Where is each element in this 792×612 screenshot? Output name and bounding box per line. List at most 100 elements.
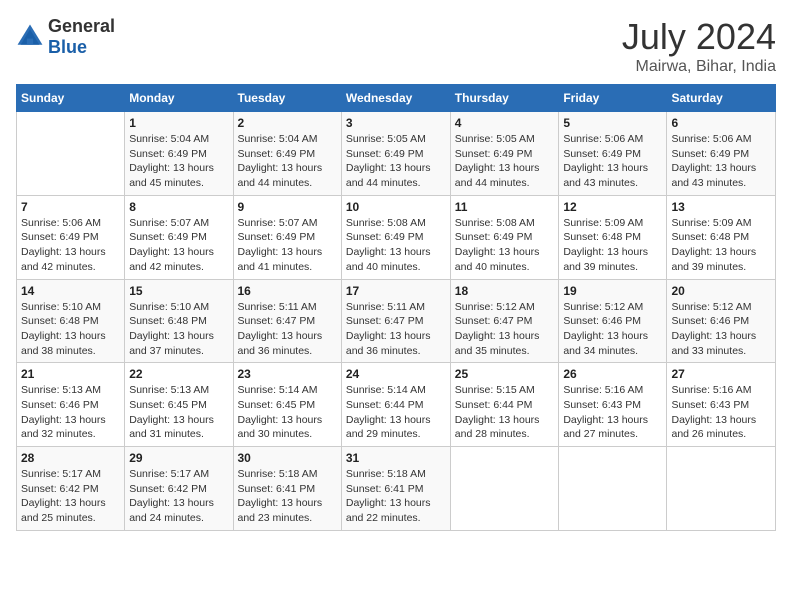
day-info: Sunrise: 5:04 AM Sunset: 6:49 PM Dayligh…	[129, 132, 228, 191]
calendar-cell: 15 Sunrise: 5:10 AM Sunset: 6:48 PM Dayli…	[125, 279, 233, 363]
day-info: Sunrise: 5:11 AM Sunset: 6:47 PM Dayligh…	[346, 300, 446, 359]
day-info: Sunrise: 5:17 AM Sunset: 6:42 PM Dayligh…	[21, 467, 120, 526]
day-number: 6	[671, 116, 771, 130]
day-number: 9	[238, 200, 337, 214]
calendar-cell: 14 Sunrise: 5:10 AM Sunset: 6:48 PM Dayli…	[17, 279, 125, 363]
day-info: Sunrise: 5:05 AM Sunset: 6:49 PM Dayligh…	[346, 132, 446, 191]
logo-icon	[16, 23, 44, 51]
day-info: Sunrise: 5:14 AM Sunset: 6:44 PM Dayligh…	[346, 383, 446, 442]
day-number: 3	[346, 116, 446, 130]
header-friday: Friday	[559, 85, 667, 112]
calendar-cell	[450, 447, 559, 531]
calendar-cell: 7 Sunrise: 5:06 AM Sunset: 6:49 PM Daylig…	[17, 195, 125, 279]
calendar-cell: 21Sunrise: 5:13 AM Sunset: 6:46 PM Dayli…	[17, 363, 125, 447]
day-number: 2	[238, 116, 337, 130]
calendar-week-1: 7 Sunrise: 5:06 AM Sunset: 6:49 PM Daylig…	[17, 195, 776, 279]
calendar-cell: 20Sunrise: 5:12 AM Sunset: 6:46 PM Dayli…	[667, 279, 776, 363]
day-number: 13	[671, 200, 771, 214]
calendar-cell: 23 Sunrise: 5:14 AM Sunset: 6:45 PM Dayli…	[233, 363, 341, 447]
day-info: Sunrise: 5:09 AM Sunset: 6:48 PM Dayligh…	[563, 216, 662, 275]
day-info: Sunrise: 5:10 AM Sunset: 6:48 PM Dayligh…	[21, 300, 120, 359]
day-info: Sunrise: 5:07 AM Sunset: 6:49 PM Dayligh…	[129, 216, 228, 275]
calendar-cell: 24Sunrise: 5:14 AM Sunset: 6:44 PM Dayli…	[341, 363, 450, 447]
day-number: 28	[21, 451, 120, 465]
day-number: 1	[129, 116, 228, 130]
day-info: Sunrise: 5:18 AM Sunset: 6:41 PM Dayligh…	[238, 467, 337, 526]
day-info: Sunrise: 5:08 AM Sunset: 6:49 PM Dayligh…	[455, 216, 555, 275]
day-number: 25	[455, 367, 555, 381]
calendar-cell: 3 Sunrise: 5:05 AM Sunset: 6:49 PM Daylig…	[341, 112, 450, 196]
day-info: Sunrise: 5:05 AM Sunset: 6:49 PM Dayligh…	[455, 132, 555, 191]
logo-general: General	[48, 16, 115, 36]
day-number: 7	[21, 200, 120, 214]
day-number: 17	[346, 284, 446, 298]
day-number: 27	[671, 367, 771, 381]
day-info: Sunrise: 5:11 AM Sunset: 6:47 PM Dayligh…	[238, 300, 337, 359]
calendar-cell: 22 Sunrise: 5:13 AM Sunset: 6:45 PM Dayli…	[125, 363, 233, 447]
calendar-week-3: 21Sunrise: 5:13 AM Sunset: 6:46 PM Dayli…	[17, 363, 776, 447]
day-info: Sunrise: 5:06 AM Sunset: 6:49 PM Dayligh…	[671, 132, 771, 191]
day-info: Sunrise: 5:18 AM Sunset: 6:41 PM Dayligh…	[346, 467, 446, 526]
logo: General Blue	[16, 16, 115, 58]
day-info: Sunrise: 5:06 AM Sunset: 6:49 PM Dayligh…	[21, 216, 120, 275]
calendar-cell: 19Sunrise: 5:12 AM Sunset: 6:46 PM Dayli…	[559, 279, 667, 363]
day-info: Sunrise: 5:12 AM Sunset: 6:46 PM Dayligh…	[563, 300, 662, 359]
logo-text: General Blue	[48, 16, 115, 58]
calendar-cell: 4 Sunrise: 5:05 AM Sunset: 6:49 PM Daylig…	[450, 112, 559, 196]
day-info: Sunrise: 5:09 AM Sunset: 6:48 PM Dayligh…	[671, 216, 771, 275]
day-number: 10	[346, 200, 446, 214]
day-info: Sunrise: 5:12 AM Sunset: 6:46 PM Dayligh…	[671, 300, 771, 359]
calendar-cell	[559, 447, 667, 531]
calendar-cell: 16Sunrise: 5:11 AM Sunset: 6:47 PM Dayli…	[233, 279, 341, 363]
day-info: Sunrise: 5:15 AM Sunset: 6:44 PM Dayligh…	[455, 383, 555, 442]
day-info: Sunrise: 5:12 AM Sunset: 6:47 PM Dayligh…	[455, 300, 555, 359]
calendar-cell: 28 Sunrise: 5:17 AM Sunset: 6:42 PM Dayli…	[17, 447, 125, 531]
day-number: 8	[129, 200, 228, 214]
calendar-week-2: 14 Sunrise: 5:10 AM Sunset: 6:48 PM Dayli…	[17, 279, 776, 363]
day-number: 29	[129, 451, 228, 465]
calendar-cell: 8 Sunrise: 5:07 AM Sunset: 6:49 PM Daylig…	[125, 195, 233, 279]
header-thursday: Thursday	[450, 85, 559, 112]
calendar-cell: 18Sunrise: 5:12 AM Sunset: 6:47 PM Dayli…	[450, 279, 559, 363]
calendar-cell: 9Sunrise: 5:07 AM Sunset: 6:49 PM Daylig…	[233, 195, 341, 279]
header-saturday: Saturday	[667, 85, 776, 112]
calendar-week-0: 1 Sunrise: 5:04 AM Sunset: 6:49 PM Daylig…	[17, 112, 776, 196]
day-info: Sunrise: 5:16 AM Sunset: 6:43 PM Dayligh…	[563, 383, 662, 442]
calendar-cell: 10 Sunrise: 5:08 AM Sunset: 6:49 PM Dayli…	[341, 195, 450, 279]
calendar-cell: 17 Sunrise: 5:11 AM Sunset: 6:47 PM Dayli…	[341, 279, 450, 363]
day-info: Sunrise: 5:17 AM Sunset: 6:42 PM Dayligh…	[129, 467, 228, 526]
header-sunday: Sunday	[17, 85, 125, 112]
day-info: Sunrise: 5:16 AM Sunset: 6:43 PM Dayligh…	[671, 383, 771, 442]
day-number: 14	[21, 284, 120, 298]
header: General Blue July 2024 Mairwa, Bihar, In…	[16, 16, 776, 76]
logo-blue: Blue	[48, 37, 87, 57]
calendar-table: Sunday Monday Tuesday Wednesday Thursday…	[16, 84, 776, 531]
calendar-cell: 29 Sunrise: 5:17 AM Sunset: 6:42 PM Dayli…	[125, 447, 233, 531]
calendar-cell: 2 Sunrise: 5:04 AM Sunset: 6:49 PM Daylig…	[233, 112, 341, 196]
day-number: 23	[238, 367, 337, 381]
calendar-cell: 25 Sunrise: 5:15 AM Sunset: 6:44 PM Dayli…	[450, 363, 559, 447]
day-info: Sunrise: 5:08 AM Sunset: 6:49 PM Dayligh…	[346, 216, 446, 275]
main-title: July 2024	[622, 16, 776, 58]
day-number: 4	[455, 116, 555, 130]
day-info: Sunrise: 5:14 AM Sunset: 6:45 PM Dayligh…	[238, 383, 337, 442]
calendar-cell: 1 Sunrise: 5:04 AM Sunset: 6:49 PM Daylig…	[125, 112, 233, 196]
day-info: Sunrise: 5:10 AM Sunset: 6:48 PM Dayligh…	[129, 300, 228, 359]
day-number: 11	[455, 200, 555, 214]
day-number: 30	[238, 451, 337, 465]
day-number: 22	[129, 367, 228, 381]
day-info: Sunrise: 5:04 AM Sunset: 6:49 PM Dayligh…	[238, 132, 337, 191]
header-monday: Monday	[125, 85, 233, 112]
calendar-cell: 5 Sunrise: 5:06 AM Sunset: 6:49 PM Daylig…	[559, 112, 667, 196]
calendar-cell: 11 Sunrise: 5:08 AM Sunset: 6:49 PM Dayli…	[450, 195, 559, 279]
day-number: 5	[563, 116, 662, 130]
day-number: 31	[346, 451, 446, 465]
day-number: 15	[129, 284, 228, 298]
day-info: Sunrise: 5:06 AM Sunset: 6:49 PM Dayligh…	[563, 132, 662, 191]
calendar-cell: 30 Sunrise: 5:18 AM Sunset: 6:41 PM Dayli…	[233, 447, 341, 531]
day-info: Sunrise: 5:13 AM Sunset: 6:45 PM Dayligh…	[129, 383, 228, 442]
header-wednesday: Wednesday	[341, 85, 450, 112]
subtitle: Mairwa, Bihar, India	[622, 58, 776, 76]
header-tuesday: Tuesday	[233, 85, 341, 112]
day-number: 26	[563, 367, 662, 381]
